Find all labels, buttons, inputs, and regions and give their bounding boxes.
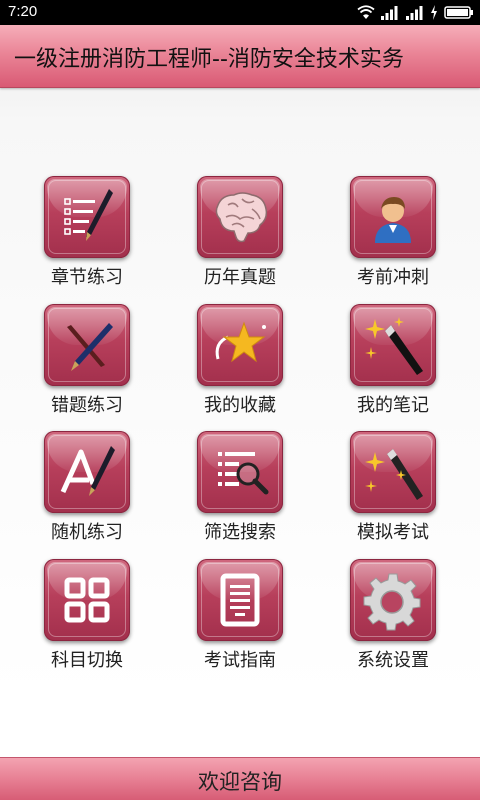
status-bar: 7:20	[0, 0, 480, 25]
menu-item-label: 考前冲刺	[357, 267, 429, 288]
tile-button[interactable]	[350, 304, 436, 386]
app-screen: 7:20 一级注册消防工程师--消防安全技术实务 章节练习 历年真题 考前冲刺 …	[0, 0, 480, 800]
tile-button[interactable]	[44, 304, 130, 386]
wifi-icon	[357, 5, 375, 19]
menu-item-favorites[interactable]: 我的收藏	[180, 304, 300, 416]
tile-button[interactable]	[44, 176, 130, 258]
tile-button[interactable]	[44, 431, 130, 513]
list-search-icon	[218, 452, 269, 495]
user-avatar-icon	[375, 197, 411, 243]
star-icon	[215, 321, 266, 363]
menu-item-switch-subject[interactable]: 科目切换	[27, 559, 147, 671]
menu-item-chapter-practice[interactable]: 章节练习	[27, 176, 147, 288]
menu-item-notes[interactable]: 我的笔记	[333, 304, 453, 416]
menu-item-mock-exam[interactable]: 模拟考试	[333, 431, 453, 543]
menu-item-label: 模拟考试	[357, 522, 429, 543]
grid-switch-icon	[64, 577, 110, 623]
status-time: 7:20	[8, 3, 38, 20]
tile-button[interactable]	[350, 559, 436, 641]
menu-item-label: 考试指南	[204, 650, 276, 671]
menu-item-label: 系统设置	[357, 650, 429, 671]
title-bar: 一级注册消防工程师--消防安全技术实务	[0, 25, 480, 88]
tile-button[interactable]	[197, 176, 283, 258]
tile-button[interactable]	[197, 431, 283, 513]
tile-button[interactable]	[197, 304, 283, 386]
menu-item-past-exams[interactable]: 历年真题	[180, 176, 300, 288]
consult-label: 欢迎咨询	[198, 770, 282, 794]
random-pen-icon	[60, 446, 115, 496]
magic-wand-icon	[365, 317, 423, 375]
menu-item-random-practice[interactable]: 随机练习	[27, 431, 147, 543]
consult-button[interactable]: 欢迎咨询	[0, 757, 480, 800]
tile-button[interactable]	[350, 176, 436, 258]
gear-icon	[363, 573, 421, 631]
tile-button[interactable]	[44, 559, 130, 641]
menu-item-final-sprint[interactable]: 考前冲刺	[333, 176, 453, 288]
menu-item-label: 科目切换	[51, 650, 123, 671]
page-title: 一级注册消防工程师--消防安全技术实务	[14, 47, 404, 72]
document-guide-icon	[220, 573, 260, 627]
tile-button[interactable]	[197, 559, 283, 641]
menu-item-label: 随机练习	[51, 522, 123, 543]
menu-item-label: 历年真题	[204, 267, 276, 288]
charging-icon	[431, 5, 437, 20]
menu-item-filter-search[interactable]: 筛选搜索	[180, 431, 300, 543]
menu-item-settings[interactable]: 系统设置	[333, 559, 453, 671]
menu-item-exam-guide[interactable]: 考试指南	[180, 559, 300, 671]
crossed-pens-icon	[67, 323, 113, 371]
menu-item-label: 我的收藏	[204, 395, 276, 416]
battery-icon	[444, 6, 473, 19]
brain-icon	[215, 192, 268, 243]
sparkle-wand-icon	[365, 449, 423, 500]
menu-item-label: 章节练习	[51, 267, 123, 288]
signal-icon	[381, 6, 398, 20]
menu-item-label: 筛选搜索	[204, 522, 276, 543]
menu-item-wrong-questions[interactable]: 错题练习	[27, 304, 147, 416]
signal-icon	[406, 6, 423, 20]
menu-item-label: 错题练习	[51, 395, 123, 416]
tile-button[interactable]	[350, 431, 436, 513]
menu-item-label: 我的笔记	[357, 395, 429, 416]
checklist-pen-icon	[64, 189, 113, 241]
